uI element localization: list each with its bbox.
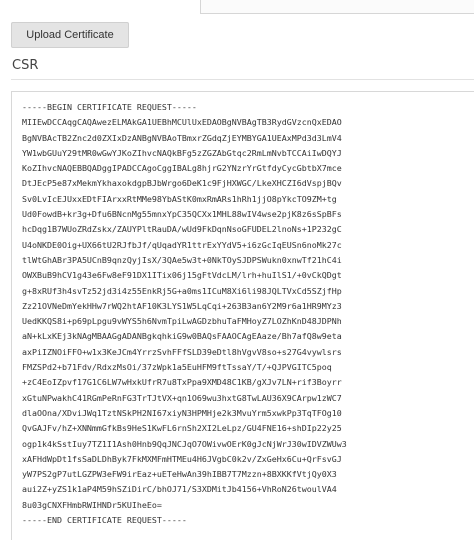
section-divider xyxy=(11,79,474,80)
upload-certificate-button[interactable]: Upload Certificate xyxy=(11,22,129,48)
csr-content: -----BEGIN CERTIFICATE REQUEST----- MIIE… xyxy=(22,102,347,526)
csr-section-title: CSR xyxy=(12,58,39,73)
top-text-field[interactable] xyxy=(200,0,474,14)
csr-text-area[interactable]: -----BEGIN CERTIFICATE REQUEST----- MIIE… xyxy=(11,91,474,540)
